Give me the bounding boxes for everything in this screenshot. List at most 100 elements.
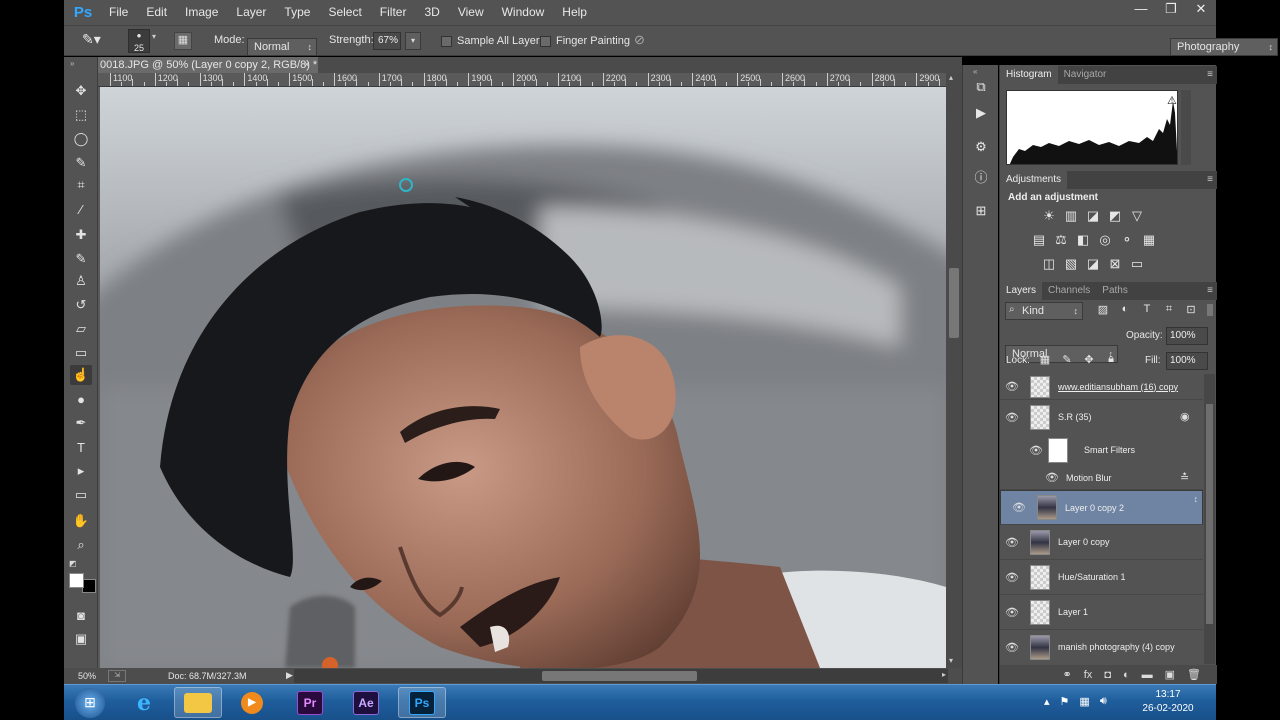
brightness-icon[interactable]: ☀ [1038,208,1060,226]
actions-play-icon[interactable]: ▶ [972,105,990,123]
posterize-icon[interactable]: ▧ [1060,256,1082,274]
volume-icon[interactable]: 🔊︎ [1100,695,1107,708]
menu-help[interactable]: Help [553,0,596,25]
menu-type[interactable]: Type [275,0,319,25]
eyedropper-tool-icon[interactable]: ⁄ [70,199,92,219]
visibility-eye-icon[interactable]: 👁︎ [1024,444,1048,457]
visibility-eye-icon[interactable]: 👁︎ [1007,500,1031,516]
layer-row[interactable]: 👁︎ Layer 0 copy 2 [1000,490,1203,525]
dock-collapse-icon[interactable]: « [973,67,977,76]
visibility-eye-icon[interactable]: 👁︎ [1000,571,1024,584]
document-tab[interactable]: 0018.JPG @ 50% (Layer 0 copy 2, RGB/8) *… [98,57,318,73]
visibility-eye-icon[interactable]: 👁︎ [1000,606,1024,619]
screen-mode-icon[interactable]: ▣ [70,629,92,649]
finger-painting-checkbox[interactable]: Finger Painting [540,35,630,47]
foreground-color-swatch[interactable] [69,573,84,588]
color-lookup-icon[interactable]: ▦ [1138,232,1160,250]
hue-saturation-icon[interactable]: ▤ [1028,232,1050,250]
smudge-tool-icon[interactable]: ☝ [70,365,92,385]
clock[interactable]: 13:17 26-02-2020 [1132,688,1204,716]
curves-icon[interactable]: ◪ [1082,208,1104,226]
exposure-icon[interactable]: ◩ [1104,208,1126,226]
opacity-input[interactable]: 100% [1166,327,1208,345]
menu-edit[interactable]: Edit [137,0,176,25]
zoom-tool-icon[interactable]: ⌕ [70,535,92,555]
layer-row[interactable]: 👁︎ Layer 0 copy [1000,525,1203,560]
menu-3d[interactable]: 3D [415,0,448,25]
new-group-icon[interactable]: ▬ [1142,669,1153,681]
lock-all-icon[interactable]: 🔒︎ [1100,353,1122,371]
selective-color-icon[interactable]: ⊠ [1104,256,1126,274]
pen-tool-icon[interactable]: ✒ [70,413,92,433]
taskbar-after-effects[interactable]: Ae [342,687,390,718]
horizontal-scrollbar[interactable]: ▸ [294,669,948,683]
gradient-tool-icon[interactable]: ▭ [70,343,92,363]
hand-tool-icon[interactable]: ✋ [70,511,92,531]
scroll-down-icon[interactable]: ▾ [949,656,953,665]
path-selection-tool-icon[interactable]: ▸ [70,461,92,481]
warning-icon[interactable]: ⚠ [1167,94,1177,107]
start-button[interactable]: ⊞ [66,687,114,718]
move-tool-icon[interactable]: ✥ [70,81,92,101]
tab-adjustments[interactable]: Adjustments [1000,171,1068,189]
panel-menu-icon[interactable]: ≡ [1207,69,1213,80]
layer-row[interactable]: 👁︎ Smart Filters [1000,434,1203,466]
rectangle-tool-icon[interactable]: ▭ [70,485,92,505]
tab-channels[interactable]: Channels [1042,282,1096,300]
visibility-eye-icon[interactable]: 👁︎ [1000,641,1024,654]
zoom-level[interactable]: 50% [78,671,96,681]
lock-transparent-icon[interactable]: ▦ [1034,353,1056,371]
add-mask-icon[interactable]: ◘ [1104,669,1111,681]
layer-style-icon[interactable]: fx [1084,669,1093,681]
vibrance-icon[interactable]: ▽ [1126,208,1148,226]
filter-type-icon[interactable]: T [1136,303,1158,321]
menu-layer[interactable]: Layer [227,0,275,25]
action-center-flag-icon[interactable]: ⚑ [1060,695,1070,708]
filter-adjustment-icon[interactable]: ◐ [1114,303,1136,321]
canvas-vertical-scrollbar[interactable]: ▴ ▾ [946,73,962,668]
taskbar-premiere[interactable]: Pr [286,687,334,718]
menu-window[interactable]: Window [493,0,554,25]
brush-panel-toggle-icon[interactable]: ▦ [174,32,192,50]
smudge-tool-preset-icon[interactable]: ✎▾ [82,31,110,51]
strength-dropdown-icon[interactable]: ▾ [405,32,421,50]
layers-scroll-thumb[interactable] [1206,404,1213,624]
filter-options-icon[interactable]: ≛ [1180,471,1189,484]
taskbar-file-explorer[interactable] [174,687,222,718]
healing-brush-tool-icon[interactable]: ✚ [70,225,92,245]
filter-shape-icon[interactable]: ⌗ [1158,303,1180,321]
eraser-tool-icon[interactable]: ▱ [70,319,92,339]
layer-row[interactable]: 👁︎ Hue/Saturation 1 [1000,560,1203,595]
menu-file[interactable]: File [100,0,137,25]
dodge-tool-icon[interactable]: ● [70,389,92,409]
layer-row[interactable]: 👁︎ www.editiansubham (16) copy [1000,374,1203,400]
menu-select[interactable]: Select [319,0,370,25]
lock-pixels-icon[interactable]: ✎ [1056,353,1078,371]
layer-row[interactable]: 👁︎ Motion Blur ≛ [1000,466,1203,490]
gradient-map-icon[interactable]: ▭ [1126,256,1148,274]
info-panel-icon[interactable]: ⓘ [972,167,990,185]
close-button[interactable]: ✕ [1186,0,1216,20]
delete-layer-icon[interactable]: 🗑︎ [1187,668,1201,681]
type-tool-icon[interactable]: T [70,437,92,457]
crop-tool-icon[interactable]: ⌗ [70,175,92,195]
visibility-eye-icon[interactable]: 👁︎ [1000,411,1024,424]
layers-scrollbar[interactable] [1204,374,1215,664]
layer-filter-select[interactable]: Kind [1005,302,1083,320]
default-colors-icon[interactable]: ◩ [69,559,79,569]
close-tab-icon[interactable]: × [304,57,310,73]
sample-all-layers-checkbox[interactable]: Sample All Layers [441,35,545,47]
clone-stamp-tool-icon[interactable]: ♙ [70,271,92,291]
black-white-icon[interactable]: ◧ [1072,232,1094,250]
visibility-eye-icon[interactable]: 👁︎ [1000,380,1024,393]
filter-toggle[interactable] [1207,304,1213,316]
document-canvas[interactable] [100,87,946,668]
new-layer-icon[interactable]: ▣ [1165,668,1175,681]
brush-presets-icon[interactable]: ⊞ [972,203,990,221]
quick-mask-icon[interactable]: ◙ [70,605,92,625]
quick-selection-tool-icon[interactable]: ✎ [70,153,92,173]
lasso-tool-icon[interactable]: ◯ [70,129,92,149]
layer-row[interactable]: 👁︎ Layer 1 [1000,595,1203,630]
horizontal-scroll-thumb[interactable] [542,671,697,681]
brush-picker-arrow-icon[interactable]: ▾ [152,32,160,50]
